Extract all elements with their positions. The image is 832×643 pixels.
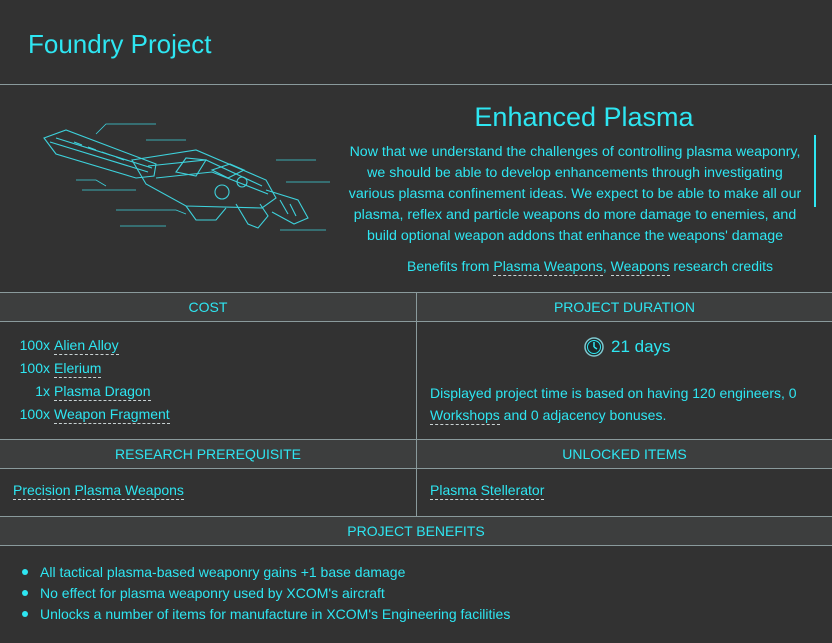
benefits-prefix: Benefits from [406,258,490,274]
unlocked-link[interactable]: Plasma Stellerator [430,482,545,500]
duration-value: 21 days [611,337,671,356]
cost-list: 100x Alien Alloy 100x Elerium 1x Plasma Dra… [14,335,170,427]
cost-row: 100x Weapon Fragment [14,404,170,427]
benefits-separator: , [602,258,607,274]
benefit-text: All tactical plasma-based weaponry gains… [40,564,406,580]
research-credits-line: Benefits from Plasma Weapons, Weapons re… [345,256,832,276]
duration-note: Displayed project time is based on havin… [430,382,810,426]
cost-item-link[interactable]: Elerium [54,360,102,378]
cost-row: 100x Elerium [14,358,170,381]
duration-header: PROJECT DURATION [417,293,832,321]
page-title: Foundry Project [28,29,212,59]
cost-header: COST [0,293,416,321]
project-description: Now that we understand the challenges of… [348,144,802,244]
description-scrollbar[interactable] [814,135,816,207]
unlocked-header: UNLOCKED ITEMS [417,440,832,468]
benefit-text: No effect for plasma weaponry used by XC… [40,585,385,601]
list-item: All tactical plasma-based weaponry gains… [20,562,510,583]
duration-note-suffix: and 0 adjacency bonuses. [503,407,667,423]
benefits-suffix: research credits [673,258,773,274]
bullet-icon [22,569,28,575]
header-divider [0,84,832,85]
benefits-header: PROJECT BENEFITS [0,517,832,545]
prereq-header: RESEARCH PREREQUISITE [0,440,416,468]
cost-item-link[interactable]: Alien Alloy [54,337,119,355]
cost-row: 1x Plasma Dragon [14,381,170,404]
clock-icon [584,337,604,357]
workshops-link[interactable]: Workshops [430,407,500,425]
bullet-icon [22,611,28,617]
plasma-weapon-schematic [43,123,330,231]
list-item: No effect for plasma weaponry used by XC… [20,583,510,604]
cost-quantity: 100x [19,337,50,353]
project-duration: 21 days [584,335,671,359]
section-divider [0,545,832,546]
cost-row: 100x Alien Alloy [14,335,170,358]
unlocked-item: Plasma Stellerator [430,482,545,500]
cost-quantity: 100x [19,360,50,376]
column-divider [416,439,417,516]
list-item: Unlocks a number of items for manufactur… [20,604,510,625]
prereq-link[interactable]: Precision Plasma Weapons [13,482,184,500]
benefit-text: Unlocks a number of items for manufactur… [40,606,511,622]
plasma-weapons-link[interactable]: Plasma Weapons [493,258,603,276]
weapons-link[interactable]: Weapons [610,258,670,276]
duration-note-prefix: Displayed project time is based on havin… [430,385,797,401]
project-name: Enhanced Plasma [474,102,694,132]
benefits-list: All tactical plasma-based weaponry gains… [20,562,510,625]
cost-quantity: 100x [19,406,50,422]
cost-item-link[interactable]: Weapon Fragment [54,406,170,424]
cost-quantity: 1x [35,383,50,399]
cost-item-link[interactable]: Plasma Dragon [54,383,151,401]
description-scroll-area[interactable]: Now that we understand the challenges of… [345,142,805,245]
bullet-icon [22,590,28,596]
prereq-item: Precision Plasma Weapons [13,482,184,500]
column-divider [416,292,417,439]
